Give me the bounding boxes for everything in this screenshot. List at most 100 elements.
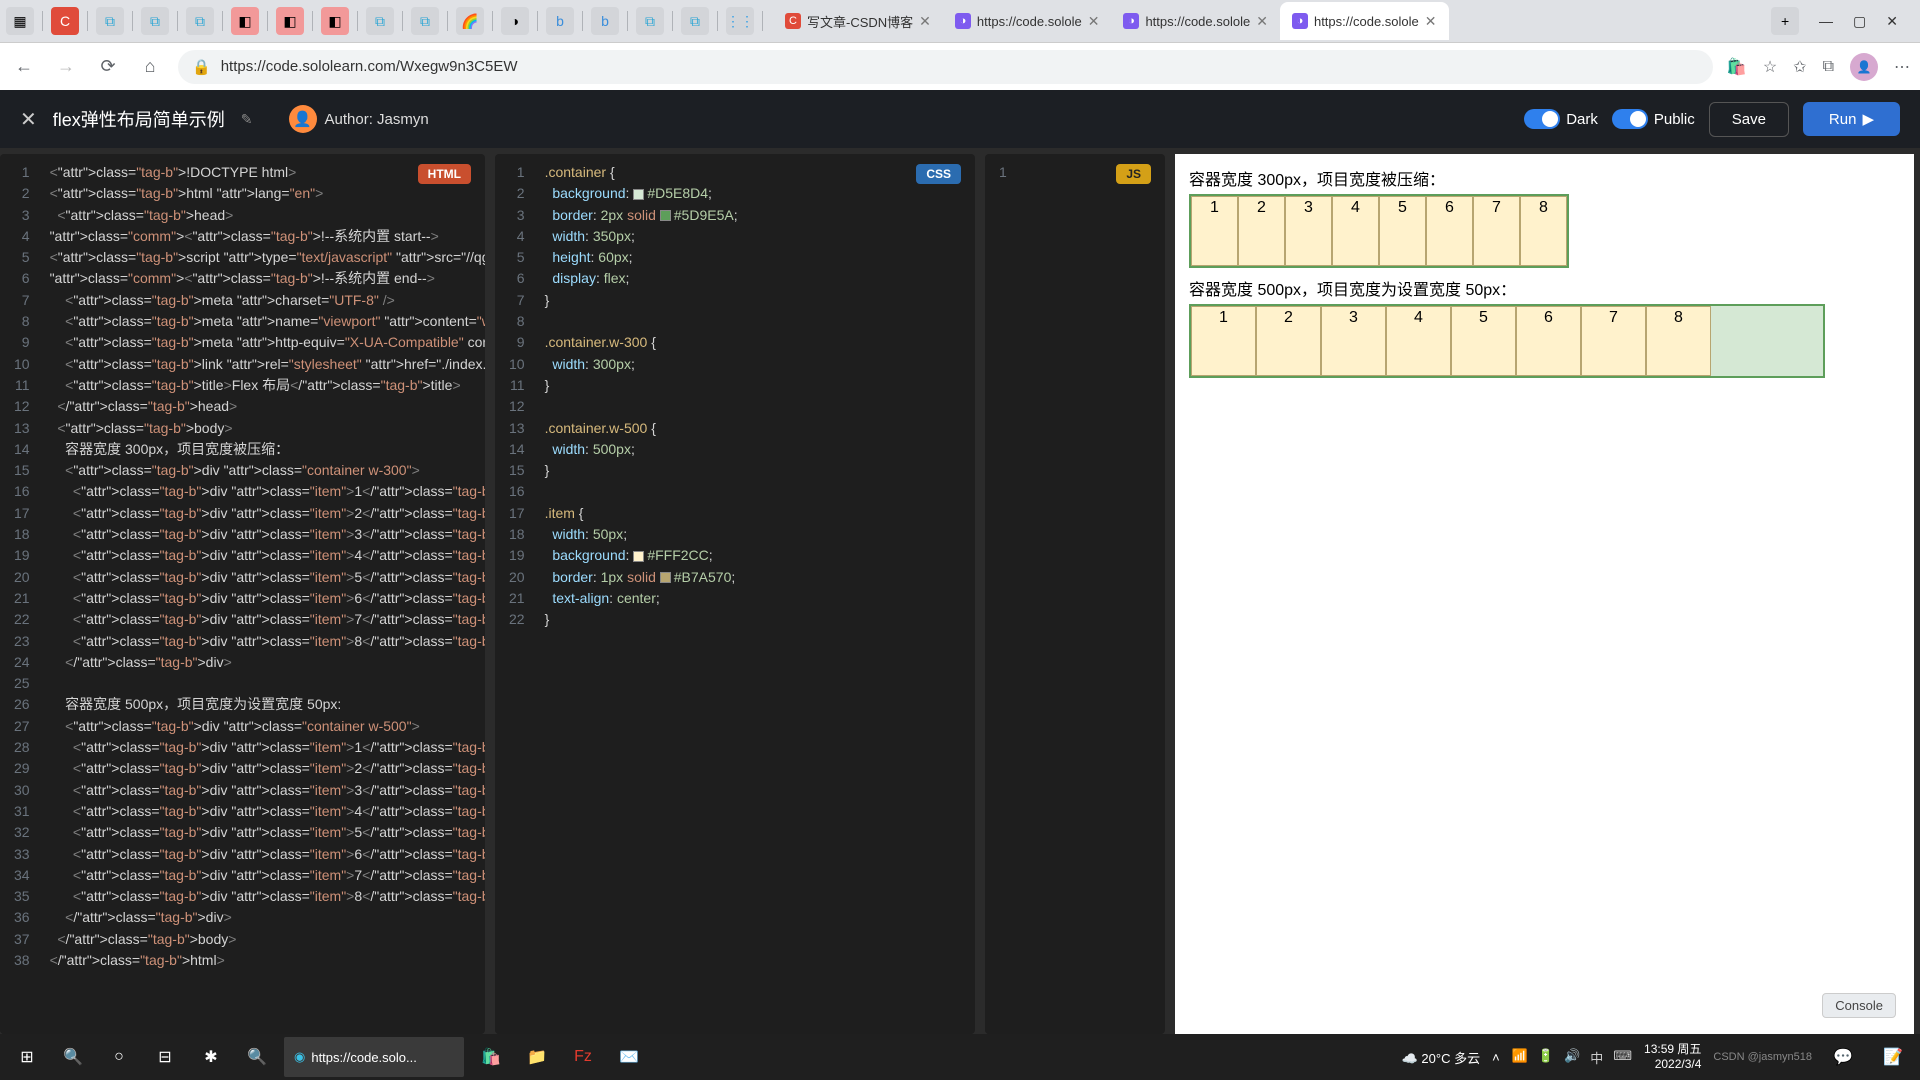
- pinned-tab[interactable]: ⋮⋮: [726, 7, 754, 35]
- preview-pane: 容器宽度 300px，项目宽度被压缩： 12345678 容器宽度 500px，…: [1175, 154, 1914, 1034]
- pinned-tab[interactable]: ⧉: [141, 7, 169, 35]
- html-code[interactable]: <"attr">class="tag-b">!DOCTYPE html> <"a…: [40, 162, 485, 1034]
- search-button[interactable]: 🔍: [54, 1038, 92, 1076]
- pinned-tab[interactable]: ▦: [6, 7, 34, 35]
- js-pane[interactable]: JS 1: [985, 154, 1165, 1034]
- battery-icon[interactable]: 🔋: [1538, 1048, 1554, 1067]
- app-icon[interactable]: ✱: [192, 1038, 230, 1076]
- favorites-bar-icon[interactable]: ✩: [1793, 57, 1806, 77]
- address-bar[interactable]: 🔒 https://code.sololearn.com/Wxegw9n3C5E…: [178, 50, 1713, 84]
- keyboard-icon[interactable]: ⌨: [1613, 1048, 1632, 1067]
- notes-icon[interactable]: 📝: [1874, 1038, 1912, 1076]
- clock-time: 13:59 周五: [1644, 1042, 1701, 1057]
- run-button[interactable]: Run ▶: [1803, 102, 1900, 136]
- css-code[interactable]: .container { background: #D5E8D4; border…: [535, 162, 975, 1034]
- save-button[interactable]: Save: [1709, 102, 1789, 137]
- tab-close-icon[interactable]: ✕: [1088, 13, 1100, 30]
- new-tab-button[interactable]: +: [1771, 7, 1799, 35]
- task-view-button[interactable]: ⊟: [146, 1038, 184, 1076]
- demo-item: 8: [1646, 306, 1711, 376]
- console-button[interactable]: Console: [1822, 993, 1896, 1018]
- pinned-tab[interactable]: ⧉: [411, 7, 439, 35]
- reload-button[interactable]: ⟳: [94, 53, 122, 81]
- edit-icon[interactable]: ✎: [241, 111, 253, 128]
- pinned-tab[interactable]: ⧉: [186, 7, 214, 35]
- favorite-icon[interactable]: ☆: [1763, 57, 1777, 77]
- tab-title: https://code.solole: [1145, 14, 1250, 29]
- public-toggle[interactable]: Public: [1612, 109, 1695, 129]
- shopping-icon[interactable]: 🛍️: [1727, 57, 1747, 77]
- cortana-button[interactable]: ○: [100, 1038, 138, 1076]
- taskbar-active-app[interactable]: ◉ https://code.solo...: [284, 1037, 464, 1077]
- pinned-tab[interactable]: b: [546, 7, 574, 35]
- collections-icon[interactable]: ⧉: [1823, 58, 1834, 76]
- tab-title: 写文章-CSDN博客: [807, 12, 913, 31]
- system-tray: 📶 🔋 🔊 中 ⌨: [1512, 1048, 1632, 1067]
- volume-icon[interactable]: 🔊: [1564, 1048, 1580, 1067]
- filezilla-icon[interactable]: Fz: [564, 1038, 602, 1076]
- preview-label-1: 容器宽度 300px，项目宽度被压缩：: [1189, 166, 1900, 190]
- profile-avatar[interactable]: 👤: [1850, 53, 1878, 81]
- pinned-tab[interactable]: ⧉: [96, 7, 124, 35]
- maximize-button[interactable]: ▢: [1853, 13, 1866, 30]
- switch-icon: [1524, 109, 1560, 129]
- line-gutter: 1: [985, 162, 1017, 1034]
- forward-button[interactable]: →: [52, 53, 80, 81]
- pinned-tab[interactable]: ⧉: [366, 7, 394, 35]
- menu-icon[interactable]: ⋯: [1894, 57, 1910, 77]
- tab-favicon: ◑: [1123, 13, 1139, 29]
- taskbar-clock[interactable]: 13:59 周五 2022/3/4: [1644, 1042, 1701, 1072]
- dark-toggle[interactable]: Dark: [1524, 109, 1598, 129]
- browser-tab[interactable]: ◑https://code.solole✕: [1280, 2, 1449, 40]
- start-button[interactable]: ⊞: [8, 1038, 46, 1076]
- tab-favicon: C: [785, 13, 801, 29]
- pinned-tab[interactable]: ⧉: [681, 7, 709, 35]
- author-block[interactable]: 👤 Author: Jasmyn: [289, 105, 429, 133]
- demo-item: 4: [1332, 196, 1379, 266]
- demo-container-500: 12345678: [1189, 304, 1825, 378]
- demo-item: 4: [1386, 306, 1451, 376]
- close-window-button[interactable]: ✕: [1886, 13, 1898, 30]
- minimize-button[interactable]: —: [1819, 13, 1833, 30]
- demo-item: 8: [1520, 196, 1567, 266]
- line-gutter: 1234567891011121314151617181920212223242…: [0, 162, 40, 1034]
- notifications-icon[interactable]: 💬: [1824, 1038, 1862, 1076]
- js-code[interactable]: [1017, 162, 1165, 1034]
- tab-favicon: ◑: [1292, 13, 1308, 29]
- demo-item: 7: [1473, 196, 1520, 266]
- pinned-tab[interactable]: ⧉: [636, 7, 664, 35]
- back-button[interactable]: ←: [10, 53, 38, 81]
- demo-item: 6: [1426, 196, 1473, 266]
- clock-date: 2022/3/4: [1644, 1057, 1701, 1072]
- watermark: CSDN @jasmyn518: [1713, 1051, 1812, 1063]
- store-icon[interactable]: 🛍️: [472, 1038, 510, 1076]
- pinned-tab[interactable]: C: [51, 7, 79, 35]
- pinned-tab[interactable]: ◧: [276, 7, 304, 35]
- home-button[interactable]: ⌂: [136, 53, 164, 81]
- switch-icon: [1612, 109, 1648, 129]
- magnifier-icon[interactable]: 🔍: [238, 1038, 276, 1076]
- ime-indicator[interactable]: 中: [1590, 1048, 1603, 1067]
- tab-close-icon[interactable]: ✕: [919, 13, 931, 30]
- wifi-icon[interactable]: 📶: [1512, 1048, 1528, 1067]
- browser-tab[interactable]: ◑ https://code.solole ✕: [1111, 2, 1280, 40]
- pinned-tab[interactable]: b: [591, 7, 619, 35]
- explorer-icon[interactable]: 📁: [518, 1038, 556, 1076]
- taskbar: ⊞ 🔍 ○ ⊟ ✱ 🔍 ◉ https://code.solo... 🛍️ 📁 …: [0, 1034, 1920, 1080]
- demo-item: 2: [1256, 306, 1321, 376]
- tray-chevron-icon[interactable]: ˄: [1492, 1050, 1500, 1065]
- browser-tab[interactable]: ◑https://code.solole✕: [943, 2, 1112, 40]
- tab-close-icon[interactable]: ✕: [1425, 13, 1437, 30]
- pinned-tab[interactable]: ◧: [231, 7, 259, 35]
- close-icon[interactable]: ✕: [20, 107, 37, 132]
- browser-tab[interactable]: C 写文章-CSDN博客 ✕: [773, 2, 943, 40]
- css-pane[interactable]: CSS 12345678910111213141516171819202122 …: [495, 154, 975, 1034]
- pinned-tab[interactable]: ◧: [321, 7, 349, 35]
- pinned-tab[interactable]: 🌈: [456, 7, 484, 35]
- pinned-tab[interactable]: ◑: [501, 7, 529, 35]
- html-pane[interactable]: HTML 12345678910111213141516171819202122…: [0, 154, 485, 1034]
- mail-icon[interactable]: ✉️: [610, 1038, 648, 1076]
- weather-widget[interactable]: ☁️ 20°C 多云: [1402, 1048, 1480, 1067]
- tab-close-icon[interactable]: ✕: [1256, 13, 1268, 30]
- window-controls: — ▢ ✕: [1803, 13, 1914, 30]
